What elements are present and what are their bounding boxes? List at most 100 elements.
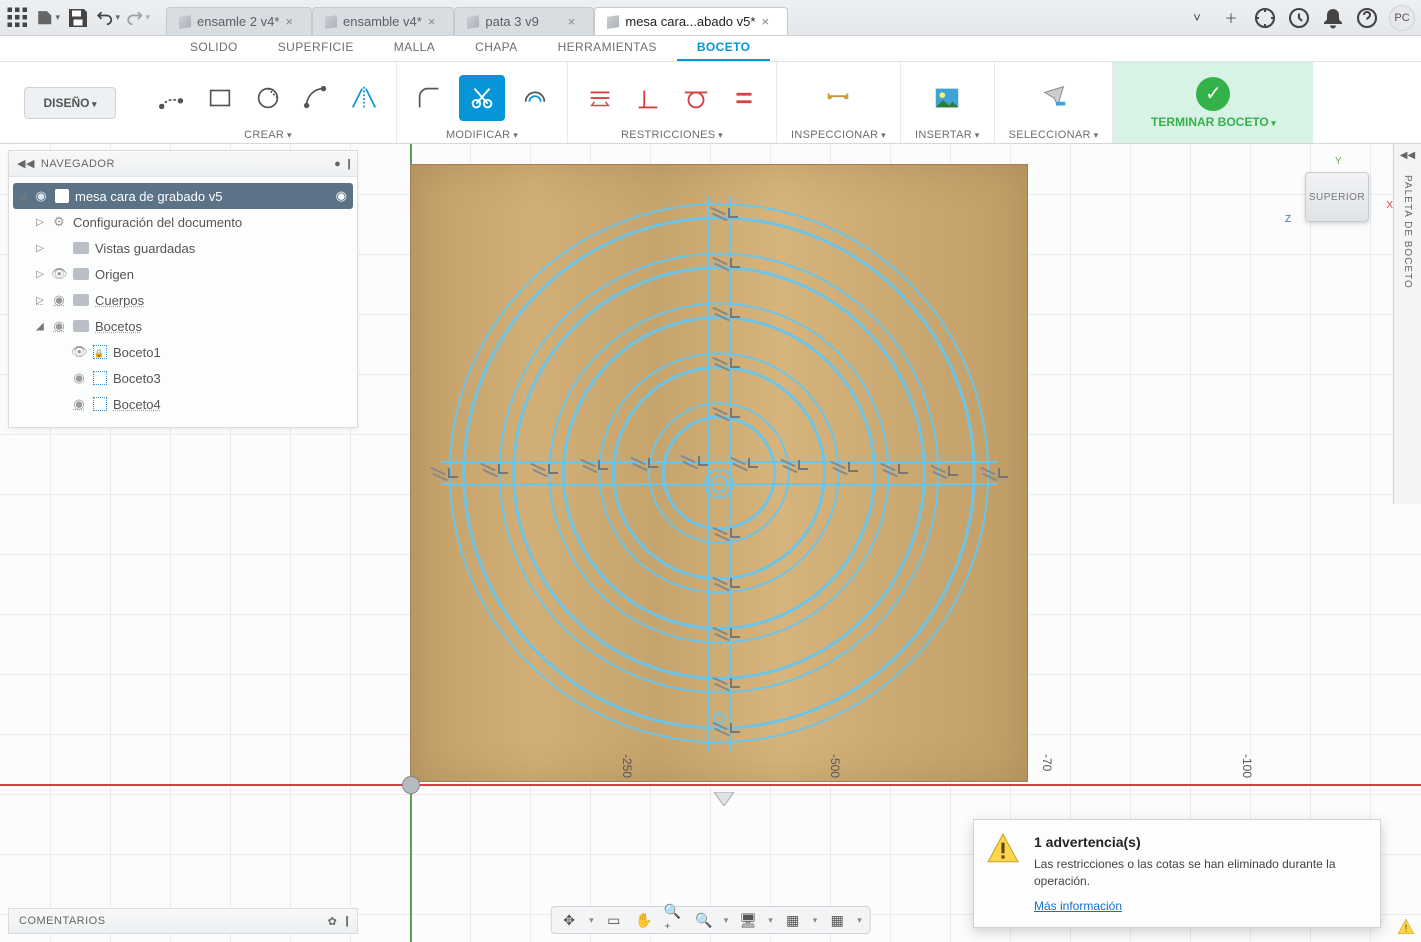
browser-panel: ◀◀ NAVEGADOR ● || ◢◉ mesa cara de grabad… <box>8 150 358 428</box>
toast-title: 1 advertencia(s) <box>1034 834 1364 850</box>
rtab-solido[interactable]: SOLIDO <box>170 36 258 61</box>
close-icon[interactable]: × <box>285 14 293 29</box>
trim-tool-icon[interactable] <box>459 75 505 121</box>
collapse-icon[interactable]: ◀◀ <box>17 157 35 170</box>
tab-ensamle2[interactable]: ensamle 2 v4* × <box>166 7 312 35</box>
tree-label: Boceto1 <box>113 345 161 360</box>
tree-label: Cuerpos <box>95 293 144 308</box>
pan-icon[interactable]: ✋ <box>634 910 654 930</box>
sketch-icon <box>93 397 107 411</box>
rtab-malla[interactable]: MALLA <box>374 36 455 61</box>
cube-icon <box>325 15 337 29</box>
tab-mesacara[interactable]: mesa cara...abado v5* × <box>594 7 788 35</box>
arc-tool-icon[interactable] <box>298 80 334 116</box>
tree-root[interactable]: ◢◉ mesa cara de grabado v5 ◉ <box>13 183 353 209</box>
apps-grid-icon[interactable] <box>6 6 30 30</box>
extensions-icon[interactable] <box>1253 6 1277 30</box>
zoom-icon[interactable]: 🔍⁺ <box>664 910 684 930</box>
lookat-icon[interactable]: ▭ <box>604 910 624 930</box>
toast-body: Las restricciones o las cotas se han eli… <box>1034 856 1364 890</box>
topbar-actions: ˅ ＋ PC <box>1185 5 1415 31</box>
rtab-superficie[interactable]: SUPERFICIE <box>258 36 374 61</box>
tree-sketch3[interactable]: ◉ Boceto3 <box>67 365 353 391</box>
help-icon[interactable] <box>1355 6 1379 30</box>
circle-tool-icon[interactable] <box>250 80 286 116</box>
select-tool-icon[interactable] <box>1031 75 1077 121</box>
viewcube-face[interactable]: SUPERIOR <box>1305 172 1369 222</box>
redo-icon[interactable] <box>126 6 150 30</box>
horizontal-constraint-icon[interactable] <box>582 80 618 116</box>
sketch-palette-collapsed[interactable]: ◀◀ PALETA DE BOCETO <box>1393 144 1421 504</box>
tree-label: Boceto3 <box>113 371 161 386</box>
radio-active-icon[interactable]: ◉ <box>336 188 347 204</box>
ribbon-label[interactable]: TERMINAR BOCETO <box>1151 115 1276 129</box>
tab-ensamble[interactable]: ensamble v4* × <box>312 7 454 35</box>
tree-sketch4[interactable]: ◉ Boceto4 <box>67 391 353 417</box>
browser-title: NAVEGADOR <box>41 158 115 170</box>
notifications-icon[interactable] <box>1321 6 1345 30</box>
mirror-tool-icon[interactable] <box>346 80 382 116</box>
fit-icon[interactable]: 🔍 <box>694 910 714 930</box>
browser-header[interactable]: ◀◀ NAVEGADOR ● || <box>9 151 357 177</box>
chevron-down-icon[interactable]: ˅ <box>1185 6 1209 30</box>
tree-saved-views[interactable]: ▷ Vistas guardadas <box>31 235 353 261</box>
display-style-icon[interactable]: 🖥 <box>738 910 758 930</box>
origin-handle-icon[interactable] <box>402 776 420 794</box>
tree-bodies[interactable]: ▷◉ Cuerpos <box>31 287 353 313</box>
ribbon-label[interactable]: INSPECCIONAR <box>791 129 886 141</box>
tree-sketch1[interactable]: 👁 Boceto1 <box>67 339 353 365</box>
ribbon-label[interactable]: INSERTAR <box>915 129 980 141</box>
browser-handle-icon[interactable]: || <box>347 158 349 170</box>
new-tab-icon[interactable]: ＋ <box>1219 6 1243 30</box>
ribbon-label[interactable]: CREAR <box>244 129 292 141</box>
close-icon[interactable]: × <box>428 14 436 29</box>
tree-doc-config[interactable]: ▷⚙ Configuración del documento <box>31 209 353 235</box>
ribbon-group-finish[interactable]: ✓ TERMINAR BOCETO <box>1113 62 1313 143</box>
ribbon-group-modify: MODIFICAR <box>397 62 568 143</box>
close-icon[interactable]: × <box>761 14 769 29</box>
viewport-layout-icon[interactable]: ▦ <box>827 910 847 930</box>
tangent-constraint-icon[interactable] <box>678 80 714 116</box>
offset-tool-icon[interactable] <box>517 80 553 116</box>
design-dropdown[interactable]: DISEÑO <box>24 87 115 119</box>
statusbar-warning-icon[interactable]: ! <box>1397 918 1415 936</box>
file-menu-icon[interactable] <box>36 6 60 30</box>
rtab-boceto[interactable]: BOCETO <box>677 36 771 61</box>
rtab-herramientas[interactable]: HERRAMIENTAS <box>538 36 677 61</box>
insert-image-icon[interactable] <box>924 75 970 121</box>
perpendicular-constraint-icon[interactable] <box>630 80 666 116</box>
jobs-icon[interactable] <box>1287 6 1311 30</box>
fillet-tool-icon[interactable] <box>411 80 447 116</box>
rectangle-tool-icon[interactable] <box>202 80 238 116</box>
tab-pata3[interactable]: pata 3 v9 × <box>454 7 594 35</box>
tree-sketches[interactable]: ◢◉ Bocetos <box>31 313 353 339</box>
folder-icon <box>73 294 89 306</box>
document-tabs: ensamle 2 v4* × ensamble v4* × pata 3 v9… <box>166 0 1179 35</box>
tree-origin[interactable]: ▷👁 Origen <box>31 261 353 287</box>
undo-icon[interactable] <box>96 6 120 30</box>
browser-settings-icon[interactable]: ● <box>334 158 341 170</box>
ribbon-label[interactable]: SELECCIONAR <box>1009 129 1099 141</box>
grid-settings-icon[interactable]: ▦ <box>783 910 803 930</box>
line-tool-icon[interactable] <box>154 80 190 116</box>
finish-sketch-icon[interactable]: ✓ <box>1196 77 1230 111</box>
equal-constraint-icon[interactable] <box>726 80 762 116</box>
close-icon[interactable]: × <box>568 14 576 29</box>
ribbon-label[interactable]: RESTRICCIONES <box>621 129 723 141</box>
viewcube[interactable]: Y SUPERIOR X Z <box>1295 172 1379 244</box>
rtab-chapa[interactable]: CHAPA <box>455 36 537 61</box>
orbit-icon[interactable]: ✥ <box>559 910 579 930</box>
comments-panel[interactable]: COMENTARIOS ✿ || <box>8 908 358 934</box>
browser-tree: ◢◉ mesa cara de grabado v5 ◉ ▷⚙ Configur… <box>9 177 357 427</box>
folder-icon <box>73 268 89 280</box>
save-icon[interactable] <box>66 6 90 30</box>
axis-z-label: Z <box>1285 214 1291 225</box>
cube-icon <box>179 15 191 29</box>
toast-link[interactable]: Más información <box>1034 899 1122 913</box>
comments-settings-icon[interactable]: ✿ <box>328 915 338 928</box>
ribbon-label[interactable]: MODIFICAR <box>446 129 518 141</box>
measure-tool-icon[interactable] <box>815 75 861 121</box>
comments-handle-icon[interactable]: || <box>345 915 347 928</box>
dimension-label: -250 <box>620 754 634 778</box>
user-avatar[interactable]: PC <box>1389 5 1415 31</box>
